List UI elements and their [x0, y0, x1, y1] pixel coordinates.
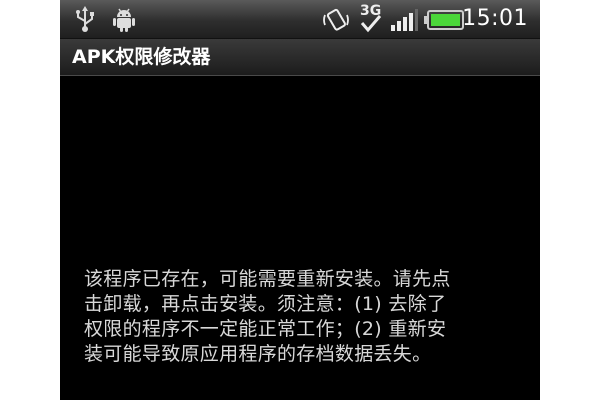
vibrate-icon: [322, 6, 350, 34]
title-bar: APK权限修改器: [60, 39, 540, 76]
network-3g-icon: 3G: [356, 1, 386, 35]
status-clock: 15:01: [462, 6, 528, 31]
usb-icon: [74, 5, 96, 33]
phone-screen: 3G 15:01 APK权限修改器 该程序已存在，可能需要重新安装。请先点 击卸…: [60, 0, 540, 400]
status-bar[interactable]: 3G 15:01: [60, 0, 540, 39]
battery-icon: [424, 10, 464, 30]
android-debug-icon: [112, 6, 136, 32]
dialog-message: 该程序已存在，可能需要重新安装。请先点 击卸载，再点击安装。须注意：(1) 去除…: [84, 268, 451, 365]
signal-icon: [390, 8, 418, 32]
app-title: APK权限修改器: [72, 46, 211, 68]
